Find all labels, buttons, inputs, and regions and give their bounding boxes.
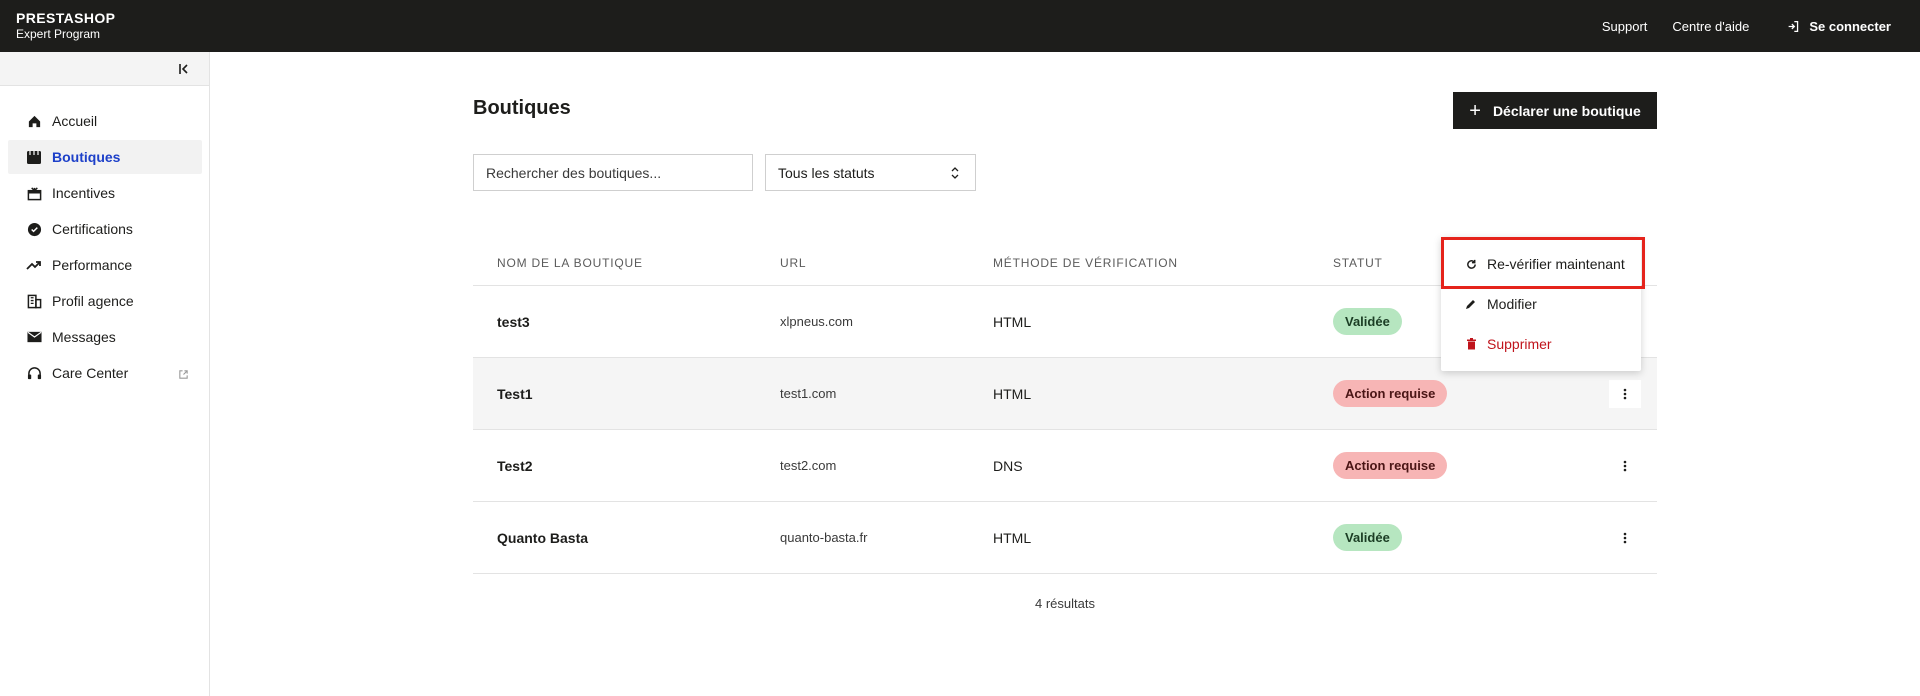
- home-icon: [26, 113, 42, 129]
- sidebar-item-certifications[interactable]: Certifications: [8, 212, 202, 246]
- mail-icon: [26, 329, 42, 345]
- login-label: Se connecter: [1809, 18, 1891, 34]
- declare-shop-label: Déclarer une boutique: [1492, 102, 1641, 119]
- status-cell: Validée: [1333, 502, 1402, 573]
- sidebar-header: [0, 52, 209, 86]
- external-link-icon: [178, 367, 190, 379]
- badge-check-icon: [26, 221, 42, 237]
- refresh-icon: [1465, 258, 1477, 270]
- results-count: 4 résultats: [1035, 596, 1095, 611]
- sidebar-item-label: Incentives: [52, 185, 116, 201]
- sidebar-item-boutiques[interactable]: Boutiques: [8, 140, 202, 174]
- sidebar-item-label: Care Center: [52, 365, 129, 381]
- column-header-name: NOM DE LA BOUTIQUE: [497, 256, 643, 270]
- sidebar-item-incentives[interactable]: Incentives: [8, 176, 202, 210]
- column-header-url: URL: [780, 256, 807, 270]
- status-filter-value: Tous les statuts: [778, 164, 875, 181]
- recheck-menu-item[interactable]: Re-vérifier maintenant: [1441, 245, 1641, 283]
- sidebar-item-label: Messages: [52, 329, 116, 345]
- more-vertical-icon: [1623, 460, 1627, 472]
- shop-name: Test2: [497, 457, 533, 474]
- row-actions-menu: Re-vérifier maintenant Modifier Supprime…: [1441, 237, 1641, 371]
- sidebar-item-care-center[interactable]: Care Center: [8, 356, 202, 390]
- search-input[interactable]: [473, 154, 753, 191]
- sidebar-item-performance[interactable]: Performance: [8, 248, 202, 282]
- sidebar-item-messages[interactable]: Messages: [8, 320, 202, 354]
- status-badge: Action requise: [1333, 452, 1448, 479]
- login-icon: [1788, 20, 1799, 32]
- sidebar-item-label: Performance: [52, 257, 133, 273]
- login-button[interactable]: Se connecter: [1787, 19, 1891, 34]
- status-badge: Validée: [1333, 524, 1402, 551]
- delete-menu-item[interactable]: Supprimer: [1441, 325, 1641, 363]
- delete-label: Supprimer: [1487, 336, 1552, 352]
- page-title: Boutiques: [473, 97, 571, 119]
- verification-method: HTML: [993, 529, 1032, 546]
- shop-name: Test1: [497, 385, 533, 402]
- trash-icon: [1465, 338, 1477, 350]
- help-center-link[interactable]: Centre d'aide: [1672, 19, 1749, 34]
- brand-subtitle: Expert Program: [16, 26, 101, 41]
- status-cell: Action requise: [1333, 430, 1448, 501]
- status-badge: Action requise: [1333, 380, 1448, 407]
- shop-url: test1.com: [780, 386, 837, 401]
- verification-method: HTML: [993, 313, 1032, 330]
- brand-logo[interactable]: PRESTASHOP Expert Program: [16, 10, 115, 41]
- shop-url: quanto-basta.fr: [780, 530, 868, 545]
- support-link[interactable]: Support: [1602, 19, 1648, 34]
- sidebar-item-label: Boutiques: [52, 149, 121, 165]
- verification-method: HTML: [993, 385, 1032, 402]
- collapse-icon: [179, 64, 188, 74]
- table-row[interactable]: Quanto Basta quanto-basta.fr HTML Validé…: [473, 502, 1657, 574]
- pencil-icon: [1465, 298, 1477, 310]
- more-vertical-icon: [1623, 388, 1627, 400]
- collapse-sidebar-button[interactable]: [177, 62, 191, 76]
- status-badge: Validée: [1333, 308, 1402, 335]
- column-header-method: MÉTHODE DE VÉRIFICATION: [993, 256, 1178, 270]
- top-bar: PRESTASHOP Expert Program Support Centre…: [0, 0, 1920, 52]
- more-vertical-icon: [1623, 532, 1627, 544]
- plus-icon: +: [1469, 99, 1481, 122]
- row-actions-button[interactable]: [1609, 380, 1641, 408]
- shop-name: Quanto Basta: [497, 529, 589, 546]
- building-icon: [26, 293, 42, 309]
- sidebar-item-label: Certifications: [52, 221, 133, 237]
- shop-url: test2.com: [780, 458, 837, 473]
- edit-label: Modifier: [1487, 296, 1537, 312]
- shop-url: xlpneus.com: [780, 314, 853, 329]
- trending-up-icon: [26, 257, 42, 273]
- table-row[interactable]: Test2 test2.com DNS Action requise: [473, 430, 1657, 502]
- declare-shop-button[interactable]: + Déclarer une boutique: [1453, 92, 1657, 129]
- store-icon: [26, 149, 42, 165]
- verification-method: DNS: [993, 457, 1023, 474]
- shop-name: test3: [497, 313, 530, 330]
- brand-name: PRESTASHOP: [16, 10, 116, 26]
- row-actions-button[interactable]: [1609, 452, 1641, 480]
- top-nav: Support Centre d'aide Se connecter: [1602, 0, 1920, 52]
- recheck-label: Re-vérifier maintenant: [1487, 256, 1625, 272]
- status-cell: Action requise: [1333, 358, 1448, 429]
- sidebar-item-accueil[interactable]: Accueil: [8, 104, 202, 138]
- headset-icon: [26, 365, 42, 381]
- status-cell: Validée: [1333, 286, 1402, 357]
- status-filter-select[interactable]: Tous les statuts: [765, 154, 976, 191]
- gift-icon: [26, 185, 42, 201]
- sidebar-item-label: Profil agence: [52, 293, 134, 309]
- select-arrows-icon: [951, 167, 959, 179]
- sidebar-item-profil-agence[interactable]: Profil agence: [8, 284, 202, 318]
- sidebar-item-label: Accueil: [52, 113, 98, 129]
- row-actions-button[interactable]: [1609, 524, 1641, 552]
- edit-menu-item[interactable]: Modifier: [1441, 285, 1641, 323]
- column-header-status: STATUT: [1333, 256, 1383, 270]
